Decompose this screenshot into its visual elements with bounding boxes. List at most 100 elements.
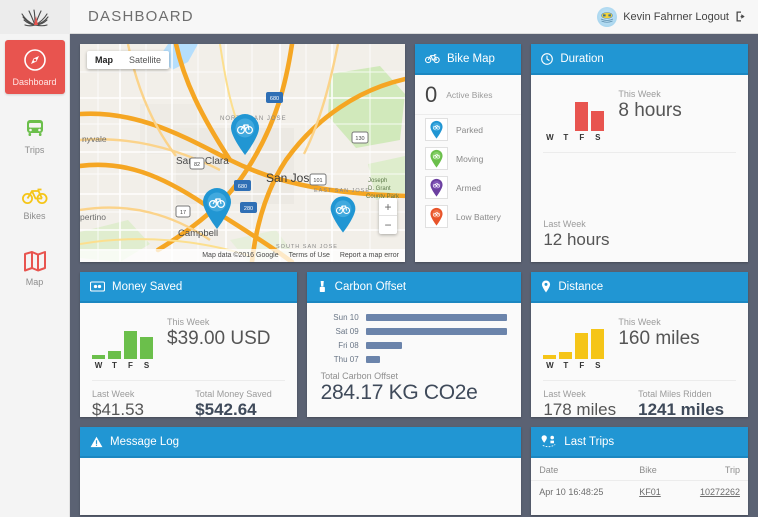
map-zoom-out-button[interactable]: −	[379, 216, 397, 234]
map-icon	[23, 251, 46, 272]
legend-item-moving[interactable]: Moving	[415, 144, 521, 173]
bar-label: F	[579, 133, 585, 142]
map-zoom-control[interactable]: + −	[378, 198, 397, 234]
map-marker-parked[interactable]	[328, 194, 358, 239]
stat-value: $39.00 USD	[167, 328, 271, 349]
sidebar-item-bikes[interactable]: Bikes	[5, 176, 65, 228]
bar-w	[543, 355, 557, 359]
distance-last-week-block: Last Week 178 miles	[543, 389, 616, 417]
trip-bike-link[interactable]: KF01	[639, 487, 661, 497]
map-terms-link[interactable]: Terms of Use	[289, 252, 330, 259]
legend-item-low-battery[interactable]: Low Battery	[415, 202, 521, 231]
column-header-date[interactable]: Date	[531, 458, 632, 481]
message-log-body	[80, 458, 521, 515]
logout-icon[interactable]	[735, 10, 748, 23]
column-header-trip[interactable]: Trip	[678, 458, 748, 481]
map-marker-parked[interactable]	[228, 112, 262, 161]
page-title: DASHBOARD	[88, 8, 194, 25]
svg-text:82: 82	[194, 162, 200, 168]
carbon-bar-row: Fri 08	[321, 341, 508, 350]
active-bikes-label: Active Bikes	[446, 90, 493, 100]
duration-last-week: Last Week 12 hours	[531, 211, 748, 262]
avatar	[597, 6, 618, 27]
bar-s	[140, 337, 153, 359]
bar-label: F	[579, 361, 585, 370]
column-header-bike[interactable]: Bike	[631, 458, 679, 481]
last-trips-panel: Last Trips Date Bike Trip Apr 10 16:48:2…	[531, 427, 748, 515]
main-content: nyvale pertino Saratoga Santa Clara San …	[70, 34, 758, 517]
bar-label: S	[595, 133, 601, 142]
bar-label: S	[143, 361, 150, 370]
carbon-bar-row: Sat 09	[321, 327, 508, 336]
map-pin-armed-icon	[430, 178, 443, 197]
carbon-bar-track	[365, 356, 508, 363]
stat-label: Last Week	[543, 389, 586, 399]
sidebar-item-trips[interactable]: Trips	[5, 108, 65, 162]
carbon-bar-fill	[365, 342, 403, 349]
map-canvas[interactable]: nyvale pertino Saratoga Santa Clara San …	[80, 44, 405, 262]
map-attribution-text: Map data ©2016 Google	[202, 252, 279, 259]
bar-label: T	[112, 361, 117, 370]
last-trips-body: Date Bike Trip Apr 10 16:48:25 KF01 1027…	[531, 458, 748, 515]
stat-label: This Week	[618, 317, 661, 327]
bar-f	[575, 102, 589, 131]
map-panel[interactable]: nyvale pertino Saratoga Santa Clara San …	[80, 44, 405, 262]
legend-chip	[424, 205, 448, 228]
svg-text:pertino: pertino	[80, 212, 106, 222]
money-icon	[90, 281, 105, 292]
legend-item-parked[interactable]: Parked	[415, 115, 521, 144]
money-this-week: This Week $39.00 USD	[167, 317, 271, 350]
money-bars	[92, 317, 153, 359]
carbon-bar-label: Sun 10	[333, 313, 359, 322]
duration-body: W T F S This Week 8 hours Last Week 12 h…	[531, 75, 748, 262]
svg-text:San Jose: San Jose	[266, 171, 316, 185]
duration-last-week-block: Last Week 12 hours	[543, 219, 609, 250]
map-type-satellite-button[interactable]: Satellite	[121, 51, 169, 69]
map-pin-lowbattery-icon	[430, 207, 443, 226]
user-avatar-icon	[601, 11, 614, 23]
carbon-bar-track	[365, 342, 508, 349]
distance-bar-chart: W T F S	[543, 317, 605, 370]
sidebar-item-label: Map	[25, 277, 44, 287]
stat-value: 160 miles	[618, 328, 700, 349]
panel-title: Duration	[560, 52, 604, 65]
app-logo[interactable]	[0, 0, 70, 34]
duration-panel: Duration W T F S This Week 8 hours Last …	[531, 44, 748, 262]
map-type-map-button[interactable]: Map	[87, 51, 121, 69]
route-pin-icon	[541, 435, 556, 448]
active-bikes-row: 0 Active Bikes	[414, 75, 522, 115]
map-zoom-in-button[interactable]: +	[378, 198, 397, 216]
bike-map-header: Bike Map	[414, 44, 522, 75]
sidebar-item-label: Trips	[24, 145, 45, 155]
last-trips-header: Last Trips	[531, 427, 748, 458]
map-marker-parked[interactable]	[200, 186, 234, 235]
trip-id-link[interactable]: 10272262	[700, 487, 740, 497]
money-saved-panel: Money Saved W T F S This Week $39.00 USD…	[80, 272, 297, 417]
bar-f	[575, 333, 589, 359]
bar-label: T	[563, 133, 569, 142]
sidebar-item-map[interactable]: Map	[5, 242, 65, 294]
stat-label: Total Money Saved	[195, 389, 272, 399]
top-header-bar: DASHBOARD Kevin Fahrner Logout	[0, 0, 758, 34]
location-pin-icon	[542, 280, 551, 293]
carbon-offset-body: Sun 10 Sat 09 Fri 08 Thu 07 Total Carbon…	[307, 303, 522, 417]
stat-label: This Week	[618, 89, 661, 99]
trip-id-cell[interactable]: 10272262	[678, 481, 748, 504]
map-type-control[interactable]: Map Satellite	[87, 51, 170, 69]
sidebar-item-label: Bikes	[23, 211, 46, 221]
legend-label: Moving	[455, 153, 484, 164]
svg-text:D. Grant: D. Grant	[368, 186, 391, 192]
legend-chip	[424, 176, 448, 199]
legend-item-armed[interactable]: Armed	[415, 173, 521, 202]
sidebar-item-dashboard[interactable]: Dashboard	[4, 40, 65, 94]
bar-label: T	[563, 361, 569, 370]
user-menu[interactable]: Kevin Fahrner Logout	[597, 6, 748, 27]
bar-f	[124, 331, 137, 359]
trip-bike-cell[interactable]: KF01	[631, 481, 678, 504]
duration-bar-chart: W T F S	[543, 89, 605, 142]
map-pin-moving-icon	[430, 149, 443, 168]
distance-total-block: Total Miles Ridden 1241 miles	[638, 389, 724, 417]
distance-header: Distance	[531, 272, 748, 303]
map-report-link[interactable]: Report a map error	[340, 252, 399, 259]
carbon-bar-label: Thu 07	[333, 355, 359, 364]
